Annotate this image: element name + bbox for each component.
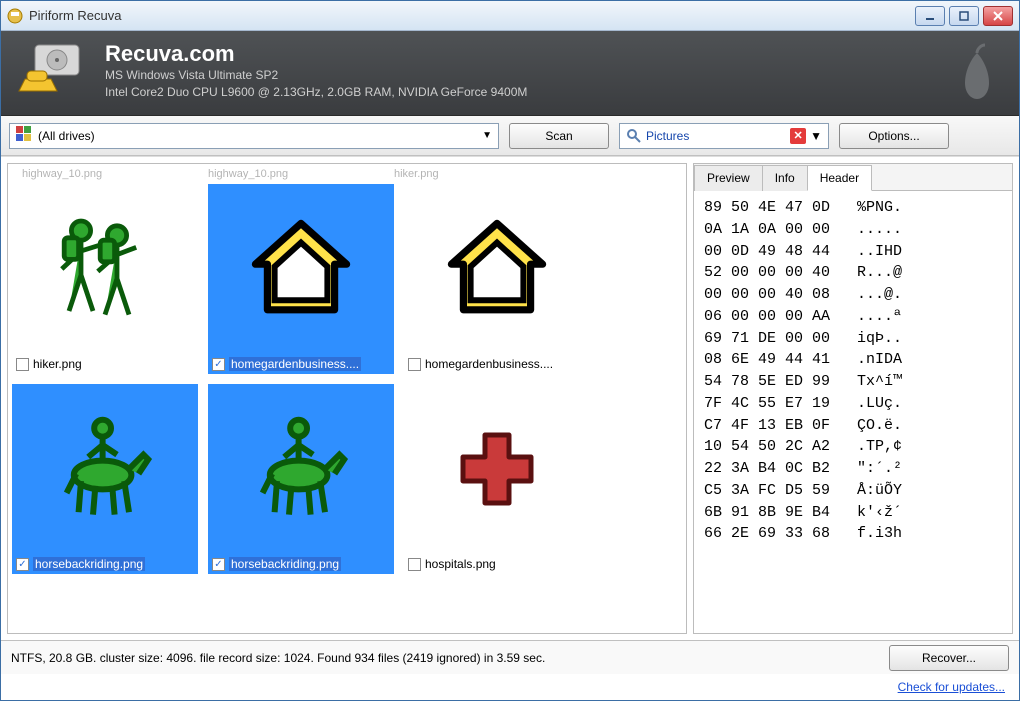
titlebar: Piriform Recuva [1,1,1019,31]
file-thumbnail[interactable]: ✓ horsebackriding.png [208,384,394,574]
thumbnail-label-row: ✓ homegardenbusiness.... [208,354,394,374]
options-label: Options... [868,129,919,143]
minimize-button[interactable] [915,6,945,26]
filter-box[interactable]: Pictures ✕ ▼ [619,123,829,149]
hex-dump[interactable]: 89 50 4E 47 0D %PNG. 0A 1A 0A 00 00 ....… [694,191,1012,633]
thumbnail-label-row: hiker.png [12,354,198,374]
thumbnail-label-row: hospitals.png [404,554,590,574]
maximize-button[interactable] [949,6,979,26]
tab-preview[interactable]: Preview [694,165,763,191]
toolbar: (All drives) ▼ Scan Pictures ✕ ▼ Options… [1,116,1019,156]
thumbnail-label-row: homegardenbusiness.... [404,354,590,374]
thumbnail-grid: hiker.png ✓ homegardenbusiness.... homegard… [12,184,682,574]
file-name: horsebackriding.png [33,557,145,571]
thumbnail-image [208,384,394,554]
drives-text: (All drives) [38,129,476,143]
drives-dropdown[interactable]: (All drives) ▼ [9,123,499,149]
tabs: Preview Info Header [694,164,1012,191]
file-name: hiker.png [33,357,82,371]
file-name: hospitals.png [425,557,496,571]
pear-icon [955,41,999,104]
file-thumbnail[interactable]: ✓ homegardenbusiness.... [208,184,394,374]
thumbnail-label-row: ✓ horsebackriding.png [208,554,394,574]
tab-info[interactable]: Info [762,165,808,191]
file-thumbnail[interactable]: hiker.png [12,184,198,374]
clear-filter-icon[interactable]: ✕ [790,128,806,144]
file-list-pane: highway_10.png highway_10.png hiker.png … [7,163,687,634]
file-checkbox[interactable] [408,558,421,571]
tab-header[interactable]: Header [807,165,872,191]
banner-sys2: Intel Core2 Duo CPU L9600 @ 2.13GHz, 2.0… [105,84,527,101]
banner: Recuva.com MS Windows Vista Ultimate SP2… [1,31,1019,116]
thumbnail-image [404,384,590,554]
banner-logo [17,41,89,101]
search-icon [626,128,642,144]
app-window: Piriform Recuva Recuva.com MS Windows Vi… [0,0,1020,701]
scan-label: Scan [545,129,572,143]
status-bar: NTFS, 20.8 GB. cluster size: 4096. file … [1,640,1019,674]
recover-label: Recover... [922,651,976,665]
file-checkbox[interactable]: ✓ [212,358,225,371]
scan-button[interactable]: Scan [509,123,609,149]
chevron-down-icon[interactable]: ▼ [810,129,822,143]
file-checkbox[interactable] [16,358,29,371]
file-thumbnail[interactable]: hospitals.png [404,384,590,574]
thumbnail-image [404,184,590,354]
thumbnail-image [12,384,198,554]
filter-text: Pictures [646,129,786,143]
status-text: NTFS, 20.8 GB. cluster size: 4096. file … [11,651,879,665]
banner-title: Recuva.com [105,41,527,67]
link-bar: Check for updates... [1,674,1019,700]
close-button[interactable] [983,6,1013,26]
file-name: horsebackriding.png [229,557,341,571]
cutoff-row: highway_10.png highway_10.png hiker.png [12,168,682,180]
file-name: homegardenbusiness.... [229,357,361,371]
file-checkbox[interactable] [408,358,421,371]
recover-button[interactable]: Recover... [889,645,1009,671]
banner-sys1: MS Windows Vista Ultimate SP2 [105,67,527,84]
thumbnail-label-row: ✓ horsebackriding.png [12,554,198,574]
windows-flag-icon [16,126,32,145]
thumbnail-image [208,184,394,354]
window-title: Piriform Recuva [29,8,915,23]
content-area: highway_10.png highway_10.png hiker.png … [1,156,1019,640]
file-checkbox[interactable]: ✓ [16,558,29,571]
file-checkbox[interactable]: ✓ [212,558,225,571]
check-updates-link[interactable]: Check for updates... [898,680,1005,694]
app-icon [7,8,23,24]
file-scroll[interactable]: highway_10.png highway_10.png hiker.png … [8,164,686,633]
options-button[interactable]: Options... [839,123,949,149]
file-thumbnail[interactable]: ✓ horsebackriding.png [12,384,198,574]
file-thumbnail[interactable]: homegardenbusiness.... [404,184,590,374]
details-pane: Preview Info Header 89 50 4E 47 0D %PNG.… [693,163,1013,634]
chevron-down-icon: ▼ [482,130,492,141]
file-name: homegardenbusiness.... [425,357,553,371]
thumbnail-image [12,184,198,354]
